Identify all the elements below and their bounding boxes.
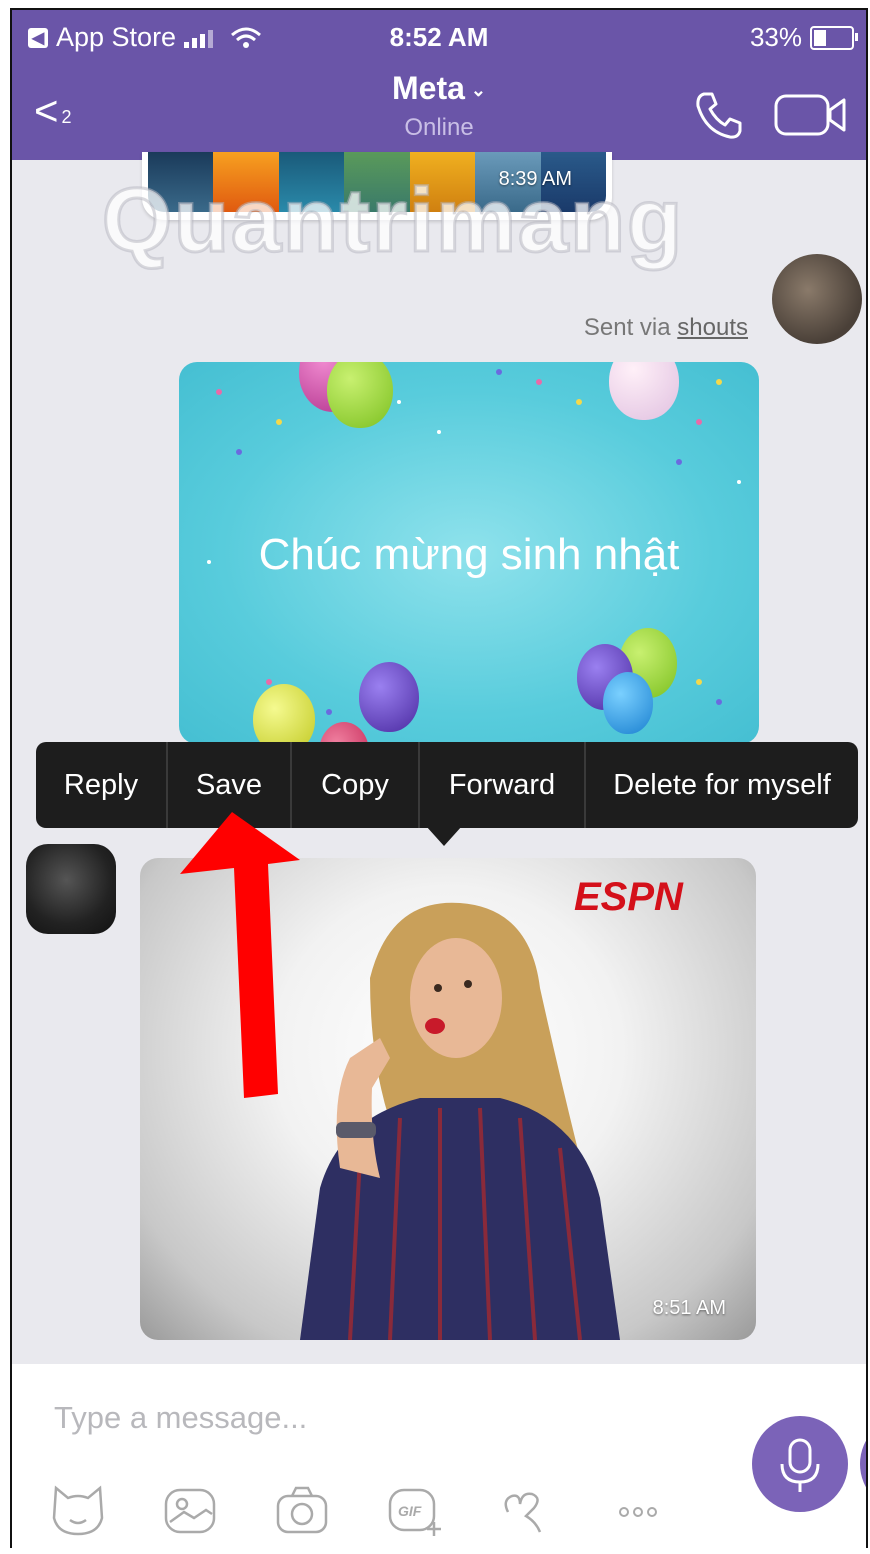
composer-toolbar: GIF: [48, 1482, 668, 1538]
sticker-icon[interactable]: [48, 1482, 108, 1538]
mic-icon: [780, 1438, 820, 1492]
status-time: 8:52 AM: [389, 22, 489, 52]
video-icon[interactable]: [772, 90, 852, 140]
chat-header: ◀ App Store 8:52 AM 33% < 2 Meta ⌄ Onlin…: [12, 10, 866, 160]
birthday-card-message[interactable]: Chúc mừng sinh nhật: [179, 362, 759, 744]
battery-icon: [810, 25, 858, 50]
doodle-icon[interactable]: [496, 1482, 556, 1538]
message-input[interactable]: Type a message...: [54, 1400, 307, 1436]
menu-item-delete-for-myself[interactable]: Delete for myself: [586, 742, 858, 828]
avatar[interactable]: [26, 844, 116, 934]
battery-percent: 33%: [749, 22, 802, 52]
svg-text:ESPN: ESPN: [574, 876, 684, 916]
more-icon[interactable]: [608, 1482, 668, 1538]
battery-status: 33%: [749, 22, 858, 53]
gallery-icon[interactable]: [160, 1482, 220, 1538]
message-context-menu: Reply Save Copy Forward Delete for mysel…: [36, 742, 858, 828]
phone-screen: ◀ App Store 8:52 AM 33% < 2 Meta ⌄ Onlin…: [10, 8, 868, 1548]
card-greeting-text: Chúc mừng sinh nhật: [258, 530, 680, 579]
contact-name: Meta: [392, 70, 465, 106]
espn-logo: ESPN: [574, 875, 714, 921]
annotation-arrow: [180, 812, 300, 1098]
camera-icon[interactable]: [272, 1482, 332, 1538]
message-time: 8:51 AM: [652, 1297, 726, 1319]
status-bar: ◀ App Store 8:52 AM 33%: [12, 10, 866, 62]
menu-item-forward[interactable]: Forward: [420, 742, 586, 828]
avatar[interactable]: [772, 254, 862, 344]
watermark: Quantrimang: [100, 170, 685, 273]
sent-via-label: Sent via shouts: [583, 314, 748, 341]
voice-message-button[interactable]: [752, 1416, 848, 1512]
composer: Type a message... GIF: [12, 1364, 866, 1548]
menu-pointer: [426, 826, 462, 846]
secondary-action-button[interactable]: [860, 1416, 866, 1512]
shouts-link[interactable]: shouts: [677, 314, 748, 341]
chevron-down-icon: ⌄: [470, 80, 486, 101]
call-icon[interactable]: [692, 88, 746, 142]
menu-item-reply[interactable]: Reply: [36, 742, 168, 828]
svg-text:GIF: GIF: [398, 1503, 422, 1519]
gif-icon[interactable]: GIF: [384, 1482, 444, 1538]
